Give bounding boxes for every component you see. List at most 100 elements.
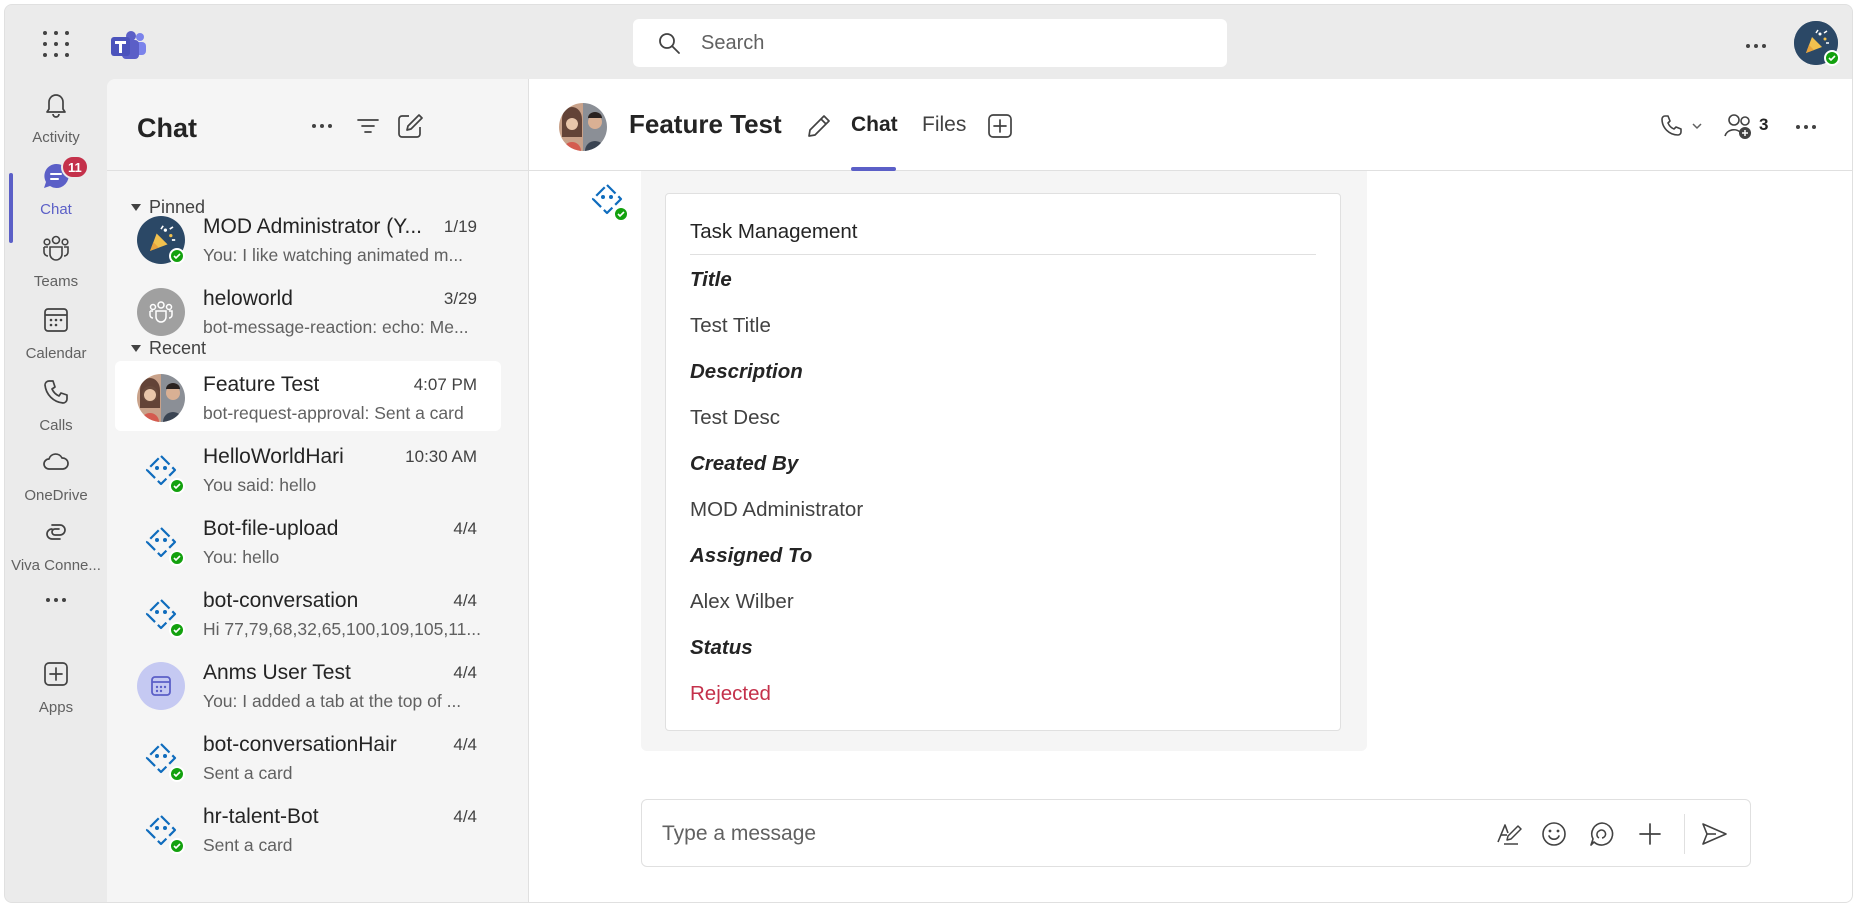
chat-item-bot-conversationhair[interactable]: bot-conversationHair 4/4 Sent a card <box>115 721 501 791</box>
search-icon <box>659 33 680 54</box>
chat-item-feature-test[interactable]: Feature Test 4:07 PM bot-request-approva… <box>115 361 501 431</box>
message-composer[interactable]: Type a message <box>641 799 1751 867</box>
calendar-icon <box>44 308 68 332</box>
call-dropdown-icon[interactable] <box>1659 113 1709 141</box>
rail-item-chat[interactable]: 11 Chat <box>5 151 107 231</box>
rail-item-apps[interactable]: Apps <box>5 649 107 729</box>
send-icon[interactable] <box>1700 820 1728 848</box>
chat-time: 4/4 <box>453 519 477 538</box>
more-options-icon[interactable] <box>1791 113 1821 141</box>
presence-available-icon <box>169 622 185 638</box>
chat-time: 4/4 <box>453 663 477 682</box>
avatar <box>137 288 185 336</box>
calendar-icon <box>151 676 171 696</box>
participants-count: 3 <box>1759 115 1769 134</box>
message-input[interactable]: Type a message <box>662 822 816 846</box>
unread-badge: 11 <box>61 155 89 179</box>
group-photo-avatar <box>137 374 185 422</box>
chat-item-anms-user-test[interactable]: Anms User Test 4/4 You: I added a tab at… <box>115 649 501 719</box>
rail-more-apps[interactable] <box>5 579 107 629</box>
profile-avatar[interactable] <box>1794 21 1840 66</box>
conversation-header: Feature Test Chat Files 3 <box>529 79 1852 171</box>
rail-item-teams[interactable]: Teams <box>5 223 107 303</box>
rail-item-viva-connections[interactable]: Viva Conne... <box>5 507 107 587</box>
new-chat-icon[interactable] <box>395 111 425 141</box>
format-icon[interactable] <box>1494 820 1522 848</box>
chat-list-panel: Chat Pinned MOD Administrator (Y... 1/19… <box>107 79 529 902</box>
conversation-pane: Feature Test Chat Files 3 Task Managemen… <box>529 79 1852 902</box>
bot-avatar <box>137 446 185 494</box>
chat-list-header: Chat <box>107 79 528 171</box>
chat-name: bot-conversation <box>203 589 359 612</box>
meeting-avatar <box>137 662 185 710</box>
recent-section-toggle[interactable]: Recent <box>131 338 206 359</box>
chat-name: HelloWorldHari <box>203 445 344 468</box>
chat-time: 10:30 AM <box>405 447 477 466</box>
add-tab-icon[interactable] <box>987 113 1013 139</box>
cloud-icon <box>43 453 69 470</box>
chat-item-bot-conversation[interactable]: bot-conversation 4/4 Hi 77,79,68,32,65,1… <box>115 577 501 647</box>
presence-available-icon <box>613 206 629 222</box>
emoji-icon[interactable] <box>1540 820 1568 848</box>
rail-item-label: Activity <box>32 129 80 146</box>
viva-connections-icon <box>46 524 66 540</box>
rail-item-label: Teams <box>33 273 79 290</box>
rail-item-calendar[interactable]: Calendar <box>5 295 107 375</box>
message-bubble: Task Management Title Test Title Descrip… <box>641 171 1367 751</box>
message-sender-avatar[interactable] <box>585 177 629 222</box>
chat-time: 4:07 PM <box>413 375 477 394</box>
rail-item-activity[interactable]: Activity <box>5 79 107 159</box>
more-options-icon[interactable] <box>1741 31 1771 61</box>
bell-icon <box>46 94 66 118</box>
add-apps-icon <box>44 662 68 686</box>
chat-item-bot-file-upload[interactable]: Bot-file-upload 4/4 You: hello <box>115 505 501 575</box>
participants-button[interactable]: 3 <box>1723 111 1779 141</box>
rail-item-onedrive[interactable]: OneDrive <box>5 437 107 517</box>
tab-chat[interactable]: Chat <box>851 113 898 137</box>
group-photo-avatar[interactable] <box>559 103 607 151</box>
card-field-value: Alex Wilber <box>690 590 794 613</box>
chat-preview: Sent a card <box>203 835 293 855</box>
chevron-down-icon <box>131 345 141 352</box>
presence-available-icon <box>169 550 185 566</box>
chat-name: heloworld <box>203 287 293 310</box>
edit-name-icon[interactable] <box>805 112 833 140</box>
card-title: Task Management <box>690 220 858 243</box>
rail-item-calls[interactable]: Calls <box>5 367 107 447</box>
loop-component-icon[interactable] <box>1588 820 1616 848</box>
rail-item-label: Apps <box>38 699 74 716</box>
app-launcher-icon[interactable] <box>43 31 69 57</box>
teams-icon <box>43 235 69 261</box>
status-value: Rejected <box>690 682 771 705</box>
chat-name: Bot-file-upload <box>203 517 339 540</box>
more-horizontal-icon <box>46 598 66 602</box>
presence-available-icon <box>169 248 185 264</box>
bot-avatar <box>137 806 185 854</box>
teams-window: Search Activity 11 Chat Teams Calendar C… <box>4 4 1853 903</box>
title-bar: Search <box>5 5 1852 79</box>
chat-item-mod-administrator[interactable]: MOD Administrator (Y... 1/19 You: I like… <box>115 203 501 273</box>
card-field-value: Test Desc <box>690 406 780 429</box>
chat-time: 4/4 <box>453 591 477 610</box>
filter-icon[interactable] <box>353 111 383 141</box>
chat-name: bot-conversationHair <box>203 733 397 756</box>
tab-files[interactable]: Files <box>922 113 966 137</box>
chat-preview: Hi 77,79,68,32,65,100,109,105,11... <box>203 619 481 639</box>
chat-name: Anms User Test <box>203 661 351 684</box>
app-bar: Activity 11 Chat Teams Calendar Calls On… <box>5 79 107 902</box>
composer-divider <box>1684 814 1685 854</box>
rail-item-label: Calls <box>39 417 73 434</box>
chat-item-hr-talent-bot[interactable]: hr-talent-Bot 4/4 Sent a card <box>115 793 501 863</box>
add-icon[interactable] <box>1636 820 1664 848</box>
card-field-label: Assigned To <box>690 544 813 567</box>
chat-item-heloworld[interactable]: heloworld 3/29 bot-message-reaction: ech… <box>115 275 501 345</box>
search-box[interactable]: Search <box>633 19 1227 67</box>
card-field-label: Title <box>690 268 732 291</box>
chat-time: 1/19 <box>443 217 477 236</box>
bot-avatar <box>137 734 185 782</box>
chat-preview: bot-request-approval: Sent a card <box>203 403 464 423</box>
chat-item-helloworldhari[interactable]: HelloWorldHari 10:30 AM You said: hello <box>115 433 501 503</box>
chat-preview: You: hello <box>203 547 280 567</box>
chat-preview: You: I like watching animated m... <box>203 245 464 265</box>
more-options-icon[interactable] <box>307 111 337 141</box>
